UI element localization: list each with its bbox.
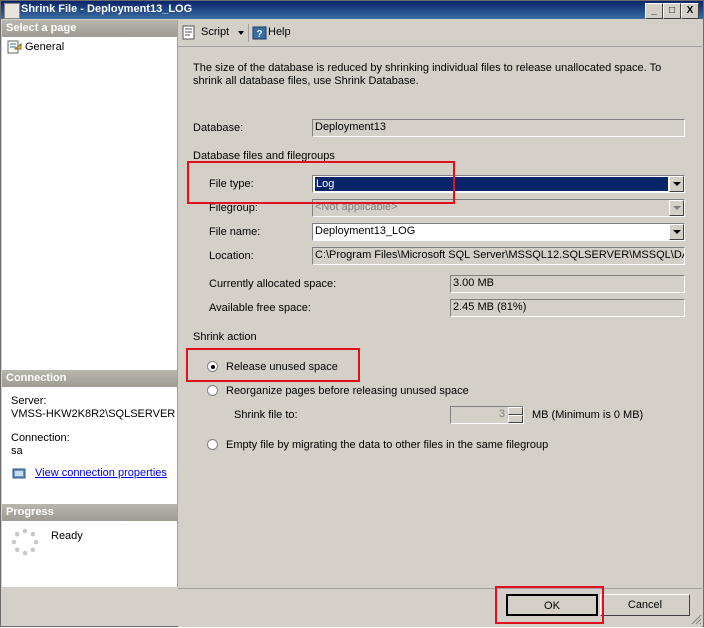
server-label: Server: <box>11 395 47 407</box>
app-icon <box>4 3 20 19</box>
script-label: Script <box>201 26 230 38</box>
page-label: General <box>25 41 65 53</box>
progress-spinner-icon <box>11 528 39 556</box>
spin-up-icon <box>508 407 523 415</box>
database-field: Deployment13 <box>312 119 685 137</box>
connection-label: Connection: <box>11 432 70 444</box>
database-label: Database: <box>193 122 244 134</box>
description-text: The size of the database is reduced by s… <box>193 62 662 87</box>
shrink-file-window: Shrink File - Deployment13_LOG _ □ X Sel… <box>0 0 704 627</box>
minimize-button[interactable]: _ <box>645 3 663 19</box>
file-name-value: Deployment13_LOG <box>315 225 416 237</box>
file-name-select[interactable]: Deployment13_LOG <box>312 223 685 241</box>
window-title: Shrink File - Deployment13_LOG <box>21 3 193 15</box>
toolbar-separator <box>248 24 249 42</box>
select-page-header: Select a page <box>2 20 177 37</box>
chevron-down-icon <box>673 230 681 234</box>
file-name-dropdown[interactable] <box>669 224 684 240</box>
location-field: C:\Program Files\Microsoft SQL Server\MS… <box>312 247 685 265</box>
free-space-field: 2.45 MB (81%) <box>450 299 685 317</box>
progress-header: Progress <box>2 504 177 521</box>
toolbar: Script ? Help <box>178 20 702 47</box>
shrink-to-unit: MB (Minimum is 0 MB) <box>532 409 644 421</box>
reorganize-label[interactable]: Reorganize pages before releasing unused… <box>226 385 469 397</box>
file-name-label: File name: <box>209 226 261 238</box>
ok-highlight-box <box>495 586 604 624</box>
script-dropdown-icon[interactable] <box>238 31 244 35</box>
file-type-highlight-box <box>187 161 455 204</box>
reorganize-radio[interactable] <box>207 385 218 396</box>
connection-header: Connection <box>2 370 177 387</box>
empty-file-radio[interactable] <box>207 439 218 450</box>
server-value: VMSS-HKW2K8R2\SQLSERVER <box>11 408 176 420</box>
chevron-down-icon <box>673 206 681 210</box>
help-label: Help <box>268 26 291 38</box>
allocated-space-label: Currently allocated space: <box>209 278 337 290</box>
free-space-label: Available free space: <box>209 302 311 314</box>
location-label: Location: <box>209 250 254 262</box>
empty-file-label[interactable]: Empty file by migrating the data to othe… <box>226 439 548 451</box>
shrink-to-label: Shrink file to: <box>234 409 298 421</box>
release-unused-highlight-box <box>186 348 360 382</box>
button-bar: OK Cancel <box>178 588 702 627</box>
connection-properties-icon <box>12 467 28 481</box>
maximize-button[interactable]: □ <box>663 3 681 19</box>
general-page-content: The size of the database is reduced by s… <box>178 47 702 587</box>
shrink-action-label: Shrink action <box>193 331 257 343</box>
spin-down-icon <box>508 415 523 423</box>
resize-grip-icon[interactable] <box>690 613 702 625</box>
shrink-to-spinner <box>508 407 523 423</box>
allocated-space-field: 3.00 MB <box>450 275 685 293</box>
script-icon <box>182 25 195 40</box>
chevron-down-icon <box>673 182 681 186</box>
cancel-button[interactable]: Cancel <box>600 594 690 616</box>
connection-value: sa <box>11 445 23 457</box>
right-pane: Script ? Help The size of the database i… <box>178 20 702 587</box>
left-pane: Select a page General Connection Server:… <box>2 20 178 587</box>
help-icon: ? <box>252 26 267 40</box>
close-button[interactable]: X <box>681 3 699 19</box>
file-type-dropdown[interactable] <box>669 176 684 192</box>
svg-text:?: ? <box>256 29 262 40</box>
filegroup-dropdown <box>669 200 684 216</box>
page-icon <box>7 40 22 54</box>
progress-status: Ready <box>51 530 83 542</box>
view-connection-properties-link[interactable]: View connection properties <box>35 467 167 479</box>
title-bar[interactable]: Shrink File - Deployment13_LOG _ □ X <box>1 1 703 19</box>
